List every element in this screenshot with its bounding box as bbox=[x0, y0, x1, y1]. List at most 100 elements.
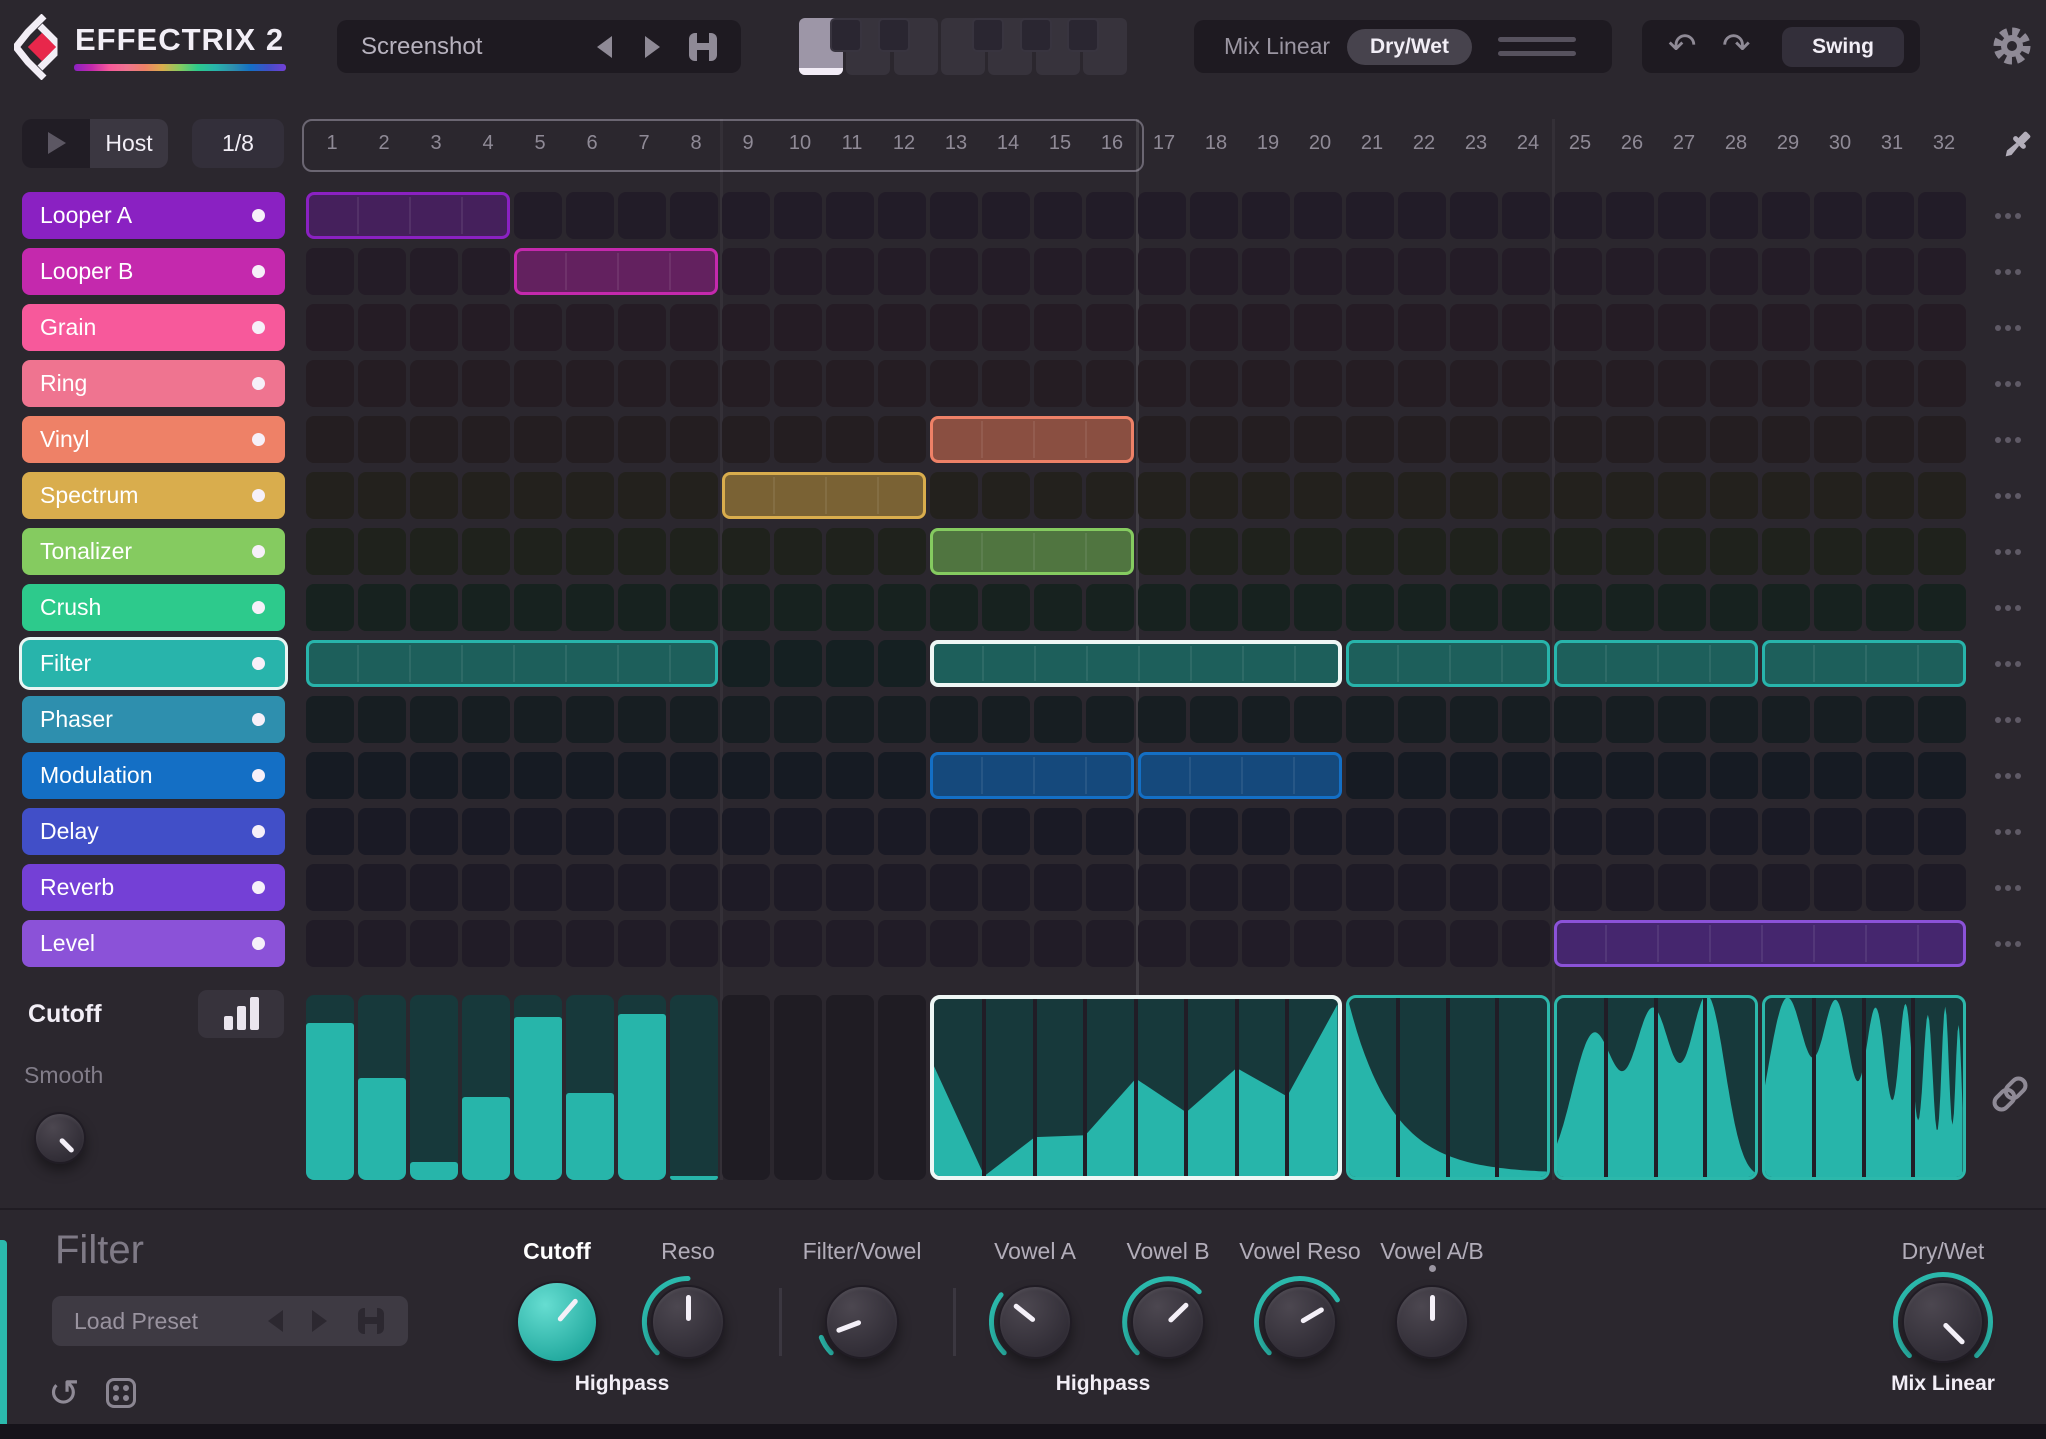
grid-cell[interactable] bbox=[1502, 584, 1550, 631]
grid-cell[interactable] bbox=[1502, 752, 1550, 799]
grid-cell[interactable] bbox=[1086, 696, 1134, 743]
track-menu-button[interactable] bbox=[1986, 864, 2030, 911]
grid-cell[interactable] bbox=[1346, 472, 1394, 519]
grid-cell[interactable] bbox=[1710, 808, 1758, 855]
grid-cell[interactable] bbox=[722, 752, 770, 799]
grid-cell[interactable] bbox=[306, 752, 354, 799]
grid-cell[interactable] bbox=[1554, 416, 1602, 463]
undo-button[interactable]: ↶ bbox=[1668, 29, 1697, 63]
preset-prev-button[interactable] bbox=[597, 36, 612, 58]
grid-cell[interactable] bbox=[1450, 696, 1498, 743]
grid-cell[interactable] bbox=[1190, 192, 1238, 239]
grid-cell[interactable] bbox=[1034, 808, 1082, 855]
grid-cell[interactable] bbox=[1450, 360, 1498, 407]
grid-cell[interactable] bbox=[1034, 304, 1082, 351]
knob-reso[interactable] bbox=[640, 1274, 736, 1370]
grid-cell[interactable] bbox=[566, 416, 614, 463]
grid-cell[interactable] bbox=[670, 864, 718, 911]
grid-cell[interactable] bbox=[1398, 864, 1446, 911]
grid-cell[interactable] bbox=[306, 808, 354, 855]
track-filter[interactable]: Filter bbox=[22, 640, 285, 687]
grid-cell[interactable] bbox=[982, 248, 1030, 295]
track-enable-dot[interactable] bbox=[252, 937, 265, 950]
grid-cell[interactable] bbox=[1814, 528, 1862, 575]
grid-cell[interactable] bbox=[1918, 304, 1966, 351]
grid-cell[interactable] bbox=[982, 360, 1030, 407]
track-menu-button[interactable] bbox=[1986, 696, 2030, 743]
block-spectrum-9[interactable] bbox=[722, 472, 926, 519]
grid-cell[interactable] bbox=[670, 808, 718, 855]
grid-cell[interactable] bbox=[1606, 808, 1654, 855]
grid-cell[interactable] bbox=[1294, 864, 1342, 911]
grid-cell[interactable] bbox=[1866, 808, 1914, 855]
grid-cell[interactable] bbox=[826, 864, 874, 911]
grid-cell[interactable] bbox=[1138, 920, 1186, 967]
track-menu-button[interactable] bbox=[1986, 192, 2030, 239]
grid-cell[interactable] bbox=[1450, 584, 1498, 631]
grid-cell[interactable] bbox=[1242, 528, 1290, 575]
grid-cell[interactable] bbox=[930, 696, 978, 743]
grid-cell[interactable] bbox=[1762, 696, 1810, 743]
grid-cell[interactable] bbox=[1034, 192, 1082, 239]
grid-cell[interactable] bbox=[1918, 248, 1966, 295]
grid-cell[interactable] bbox=[306, 360, 354, 407]
grid-cell[interactable] bbox=[566, 304, 614, 351]
grid-cell[interactable] bbox=[1918, 752, 1966, 799]
grid-cell[interactable] bbox=[618, 696, 666, 743]
grid-cell[interactable] bbox=[1502, 248, 1550, 295]
track-menu-button[interactable] bbox=[1986, 472, 2030, 519]
grid-cell[interactable] bbox=[878, 192, 926, 239]
grid-cell[interactable] bbox=[514, 528, 562, 575]
track-menu-button[interactable] bbox=[1986, 808, 2030, 855]
grid-cell[interactable] bbox=[670, 696, 718, 743]
grid-cell[interactable] bbox=[1866, 304, 1914, 351]
grid-cell[interactable] bbox=[514, 864, 562, 911]
grid-cell[interactable] bbox=[722, 528, 770, 575]
grid-cell[interactable] bbox=[1450, 192, 1498, 239]
grid-cell[interactable] bbox=[1554, 584, 1602, 631]
grid-cell[interactable] bbox=[1294, 808, 1342, 855]
grid-cell[interactable] bbox=[930, 360, 978, 407]
grid-cell[interactable] bbox=[1034, 696, 1082, 743]
grid-cell[interactable] bbox=[774, 304, 822, 351]
grid-cell[interactable] bbox=[1502, 864, 1550, 911]
grid-cell[interactable] bbox=[826, 360, 874, 407]
track-level[interactable]: Level bbox=[22, 920, 285, 967]
grid-cell[interactable] bbox=[982, 472, 1030, 519]
automation-region[interactable] bbox=[1554, 995, 1758, 1180]
grid-cell[interactable] bbox=[1398, 808, 1446, 855]
grid-cell[interactable] bbox=[358, 248, 406, 295]
grid-cell[interactable] bbox=[1190, 248, 1238, 295]
grid-cell[interactable] bbox=[306, 696, 354, 743]
track-crush[interactable]: Crush bbox=[22, 584, 285, 631]
grid-cell[interactable] bbox=[1190, 584, 1238, 631]
grid-cell[interactable] bbox=[1606, 248, 1654, 295]
grid-cell[interactable] bbox=[462, 248, 510, 295]
grid-cell[interactable] bbox=[514, 808, 562, 855]
automation-empty-step[interactable] bbox=[878, 995, 926, 1180]
grid-cell[interactable] bbox=[1918, 864, 1966, 911]
grid-cell[interactable] bbox=[410, 864, 458, 911]
grid-cell[interactable] bbox=[566, 864, 614, 911]
grid-cell[interactable] bbox=[774, 360, 822, 407]
grid-cell[interactable] bbox=[774, 808, 822, 855]
grid-cell[interactable] bbox=[618, 584, 666, 631]
grid-cell[interactable] bbox=[618, 752, 666, 799]
grid-cell[interactable] bbox=[1138, 696, 1186, 743]
grid-cell[interactable] bbox=[1346, 808, 1394, 855]
grid-cell[interactable] bbox=[1554, 304, 1602, 351]
grid-cell[interactable] bbox=[566, 472, 614, 519]
grid-cell[interactable] bbox=[1762, 360, 1810, 407]
grid-cell[interactable] bbox=[878, 696, 926, 743]
effect-preset-save-icon[interactable] bbox=[358, 1308, 384, 1334]
grid-cell[interactable] bbox=[1138, 584, 1186, 631]
grid-cell[interactable] bbox=[1502, 472, 1550, 519]
grid-cell[interactable] bbox=[1398, 304, 1446, 351]
dry-wet-toggle[interactable]: Dry/Wet bbox=[1347, 29, 1472, 65]
grid-cell[interactable] bbox=[878, 864, 926, 911]
grid-cell[interactable] bbox=[1294, 584, 1342, 631]
track-menu-button[interactable] bbox=[1986, 752, 2030, 799]
grid-cell[interactable] bbox=[514, 192, 562, 239]
track-menu-button[interactable] bbox=[1986, 416, 2030, 463]
grid-cell[interactable] bbox=[1814, 696, 1862, 743]
